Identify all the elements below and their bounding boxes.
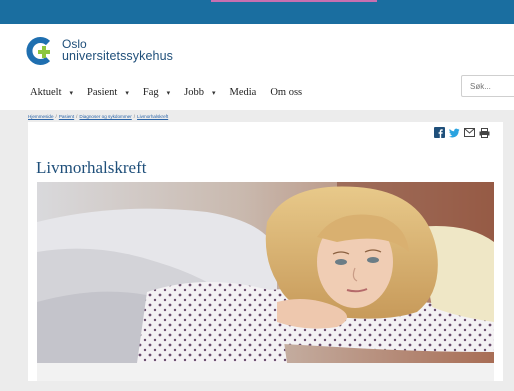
chevron-down-icon: ▾ [69, 88, 74, 97]
breadcrumb-item-current[interactable]: Livmorhalskreft [137, 114, 168, 119]
top-bar-accent [211, 0, 377, 2]
nav-label: Pasient [87, 87, 118, 98]
nav-item-aktuelt[interactable]: Aktuelt ▾ [30, 87, 73, 98]
breadcrumb: Hjemmeside / Pasient / Diagnoser og sykdomme… [28, 114, 168, 119]
chevron-down-icon: ▾ [211, 88, 216, 97]
share-toolbar [430, 127, 490, 138]
breadcrumb-item-diagnoser[interactable]: Diagnoser og sykdommer [79, 114, 131, 119]
chevron-down-icon: ▾ [166, 88, 171, 97]
site-logo-text[interactable]: Oslo universitetssykehus [62, 38, 173, 62]
facebook-icon[interactable] [434, 127, 445, 138]
nav-label: Media [229, 87, 257, 98]
ous-logo-icon[interactable] [26, 36, 56, 66]
article-hero-image [37, 182, 494, 363]
nav-item-fag[interactable]: Fag ▾ [143, 87, 170, 98]
print-icon[interactable] [479, 127, 490, 138]
breadcrumb-separator: / [76, 114, 78, 119]
main-nav: Aktuelt ▾ Pasient ▾ Fag ▾ Jobb ▾ Media O… [30, 87, 316, 98]
article-body-start [37, 363, 494, 381]
nav-item-om-oss[interactable]: Om oss [270, 87, 302, 98]
nav-label: Om oss [270, 87, 303, 98]
nav-label: Fag [142, 87, 159, 98]
nav-item-jobb[interactable]: Jobb ▾ [184, 87, 215, 98]
logo-line-2: universitetssykehus [62, 49, 173, 63]
chevron-down-icon: ▾ [125, 88, 129, 97]
page-title: Livmorhalskreft [36, 158, 147, 177]
nav-item-media[interactable]: Media [230, 87, 257, 98]
breadcrumb-separator: / [55, 114, 57, 119]
breadcrumb-separator: / [133, 114, 136, 119]
breadcrumb-item-pasient[interactable]: Pasient [59, 114, 74, 119]
search-input[interactable] [461, 75, 514, 97]
twitter-icon[interactable] [449, 128, 460, 138]
breadcrumb-item-home[interactable]: Hjemmeside [28, 114, 54, 119]
email-icon[interactable] [464, 128, 475, 137]
nav-label: Jobb [184, 87, 204, 98]
top-bar [0, 0, 514, 24]
nav-label: Aktuelt [30, 87, 62, 98]
nav-item-pasient[interactable]: Pasient ▾ [87, 87, 129, 98]
